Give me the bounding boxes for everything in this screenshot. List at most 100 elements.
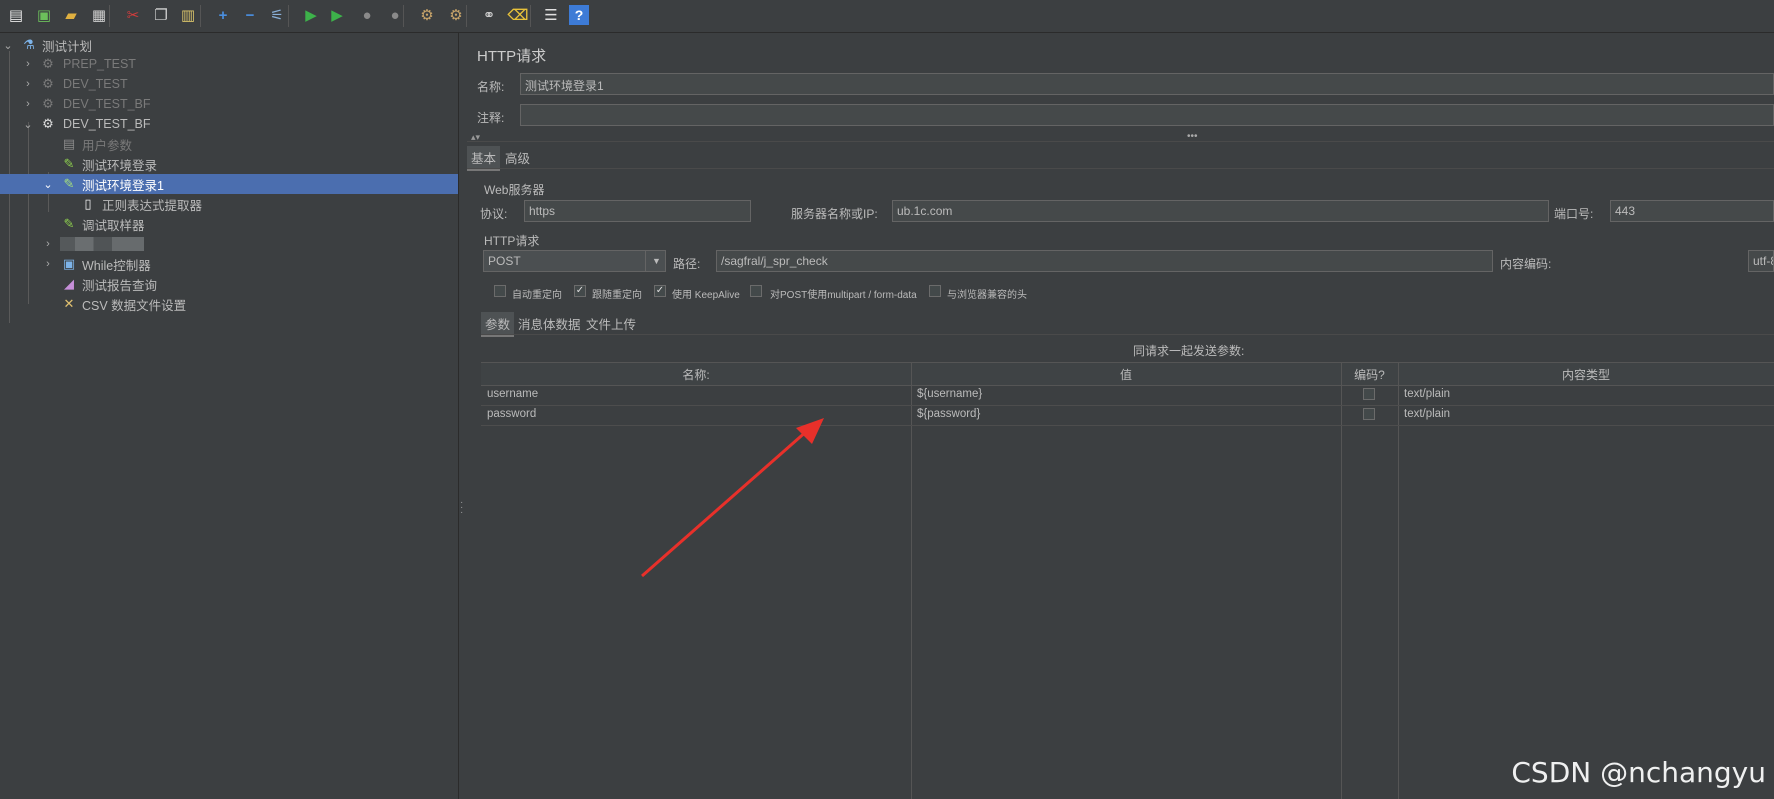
method-select[interactable]: POST — [483, 250, 666, 272]
search-icon[interactable]: ⚭ — [479, 5, 499, 25]
col-header-encode[interactable]: 编码? — [1341, 366, 1398, 383]
keepalive-checkbox[interactable]: ✓ — [654, 285, 666, 297]
save-icon[interactable]: ▦ — [89, 5, 109, 25]
divider — [467, 168, 1774, 169]
browser-headers-label: 与浏览器兼容的头 — [947, 290, 1027, 301]
chevron-right-icon[interactable]: › — [22, 98, 34, 110]
toolbar-separator — [466, 5, 467, 27]
path-field[interactable]: /sagfral/j_spr_check — [716, 250, 1493, 272]
param-value[interactable]: ${password} — [917, 408, 980, 420]
column-divider — [1341, 362, 1342, 799]
tree-debug-sampler[interactable]: ✎ 调试取样器 — [0, 214, 458, 234]
method-value: POST — [488, 254, 521, 268]
params-caption: 同请求一起发送参数: — [1133, 344, 1245, 358]
toggle-icon[interactable]: ⚟ — [267, 5, 287, 25]
templates-icon[interactable]: ▣ — [34, 5, 54, 25]
encode-checkbox[interactable] — [1363, 388, 1375, 400]
tree-prep-test[interactable]: › ⚙ PREP_TEST — [0, 54, 458, 74]
tree-test-plan[interactable]: ⌄ ⚗ 测试计划 — [0, 35, 458, 55]
gear-icon: ⚙ — [42, 96, 54, 111]
pipette-icon: ✎ — [63, 216, 75, 231]
encoding-field[interactable]: utf-8 — [1748, 250, 1774, 272]
name-field[interactable]: 测试环境登录1 — [520, 73, 1774, 95]
path-label: 路径: — [673, 257, 701, 271]
tree-regex-extractor[interactable]: ▯ 正则表达式提取器 — [0, 194, 458, 214]
chevron-right-icon[interactable]: › — [42, 238, 54, 250]
auto-redirect-checkbox[interactable] — [494, 285, 506, 297]
copy-icon[interactable]: ❐ — [151, 5, 171, 25]
multipart-checkbox[interactable] — [750, 285, 762, 297]
splitter-grip-icon[interactable]: · · · — [460, 498, 463, 518]
tree-blurred-item[interactable]: › — [0, 234, 458, 254]
param-content-type[interactable]: text/plain — [1404, 388, 1450, 400]
open-icon[interactable]: ▰ — [61, 5, 81, 25]
test-plan-tree: ⌄ ⚗ 测试计划 › ⚙ PREP_TEST › ⚙ DEV_TEST › ⚙ … — [0, 33, 458, 799]
table-row[interactable]: username ${username} text/plain — [481, 385, 1774, 406]
pipette-icon: ✎ — [63, 176, 75, 191]
port-field[interactable]: 443 — [1610, 200, 1774, 222]
col-header-value[interactable]: 值 — [911, 366, 1341, 383]
column-divider — [1398, 362, 1399, 799]
chevron-right-icon[interactable]: › — [42, 258, 54, 270]
col-header-content-type[interactable]: 内容类型 — [1398, 366, 1774, 383]
comment-field[interactable] — [520, 104, 1774, 126]
tree-report-query[interactable]: ◢ 测试报告查询 — [0, 274, 458, 294]
new-icon[interactable]: ▤ — [6, 5, 26, 25]
collapse-icon[interactable]: − — [240, 5, 260, 25]
server-field[interactable]: ub.1c.com — [892, 200, 1549, 222]
tree-csv-config[interactable]: ✕ CSV 数据文件设置 — [0, 294, 458, 314]
expand-icon[interactable]: + — [213, 5, 233, 25]
tab-advanced[interactable]: 高级 — [501, 146, 534, 169]
tab-body-data[interactable]: 消息体数据 — [514, 312, 585, 335]
divider — [481, 334, 1774, 335]
tree-dev-test-bf[interactable]: ⌄ ⚙ DEV_TEST_BF — [0, 114, 458, 134]
protocol-field[interactable]: https — [524, 200, 751, 222]
tree-dev-test-bf-disabled[interactable]: › ⚙ DEV_TEST_BF — [0, 94, 458, 114]
table-row[interactable]: password ${password} text/plain — [481, 405, 1774, 426]
port-label: 端口号: — [1554, 207, 1594, 221]
shutdown-icon[interactable]: ● — [385, 5, 405, 25]
param-name[interactable]: password — [487, 408, 536, 420]
reset-search-icon[interactable]: ⌫ — [507, 5, 528, 25]
multipart-label: 对POST使用multipart / form-data — [770, 290, 917, 301]
param-content-type[interactable]: text/plain — [1404, 408, 1450, 420]
watermark: CSDN @nchangyu — [1511, 756, 1766, 789]
param-name[interactable]: username — [487, 388, 538, 400]
function-helper-icon[interactable]: ☰ — [541, 5, 561, 25]
paste-icon[interactable]: ▥ — [178, 5, 198, 25]
tools-icon: ✕ — [63, 296, 75, 311]
start-no-pause-icon[interactable]: ▶ — [327, 5, 347, 25]
chevron-down-icon[interactable]: ⌄ — [22, 118, 34, 131]
tree-test-login[interactable]: ✎ 测试环境登录 — [0, 154, 458, 174]
chevron-down-icon[interactable]: ⌄ — [42, 178, 54, 191]
clear-icon[interactable]: ⚙ — [417, 5, 437, 25]
param-value[interactable]: ${username} — [917, 388, 982, 400]
protocol-label: 协议: — [480, 207, 508, 221]
encode-checkbox[interactable] — [1363, 408, 1375, 420]
toolbar-separator — [109, 5, 110, 27]
server-label: 服务器名称或IP: — [791, 207, 878, 221]
params-table: 名称: 值 编码? 内容类型 username ${username} text… — [481, 362, 1774, 799]
start-icon[interactable]: ▶ — [301, 5, 321, 25]
cut-icon[interactable]: ✂ — [123, 5, 143, 25]
col-header-name[interactable]: 名称: — [481, 366, 911, 383]
tree-while-controller[interactable]: › ▣ While控制器 — [0, 254, 458, 274]
flask-icon: ⚗ — [23, 37, 35, 52]
clear-all-icon[interactable]: ⚙ — [446, 5, 466, 25]
tree-dev-test[interactable]: › ⚙ DEV_TEST — [0, 74, 458, 94]
chevron-right-icon[interactable]: › — [22, 78, 34, 90]
chevron-down-icon[interactable]: ▼ — [645, 250, 667, 272]
browser-headers-checkbox[interactable] — [929, 285, 941, 297]
document-icon: ▤ — [62, 136, 76, 151]
help-icon[interactable]: ? — [569, 5, 589, 25]
follow-redirect-checkbox[interactable]: ✓ — [574, 285, 586, 297]
pipette-icon: ✎ — [63, 156, 75, 171]
chevron-down-icon[interactable]: ⌄ — [2, 39, 14, 52]
tree-test-login-1[interactable]: ⌄ ✎ 测试环境登录1 — [0, 174, 458, 194]
chevron-right-icon[interactable]: › — [22, 58, 34, 70]
controller-icon: ▣ — [62, 256, 76, 271]
stop-icon[interactable]: ● — [357, 5, 377, 25]
tree-user-params[interactable]: ▤ 用户参数 — [0, 134, 458, 154]
tab-file-upload[interactable]: 文件上传 — [582, 312, 640, 335]
chart-icon: ◢ — [64, 276, 74, 291]
